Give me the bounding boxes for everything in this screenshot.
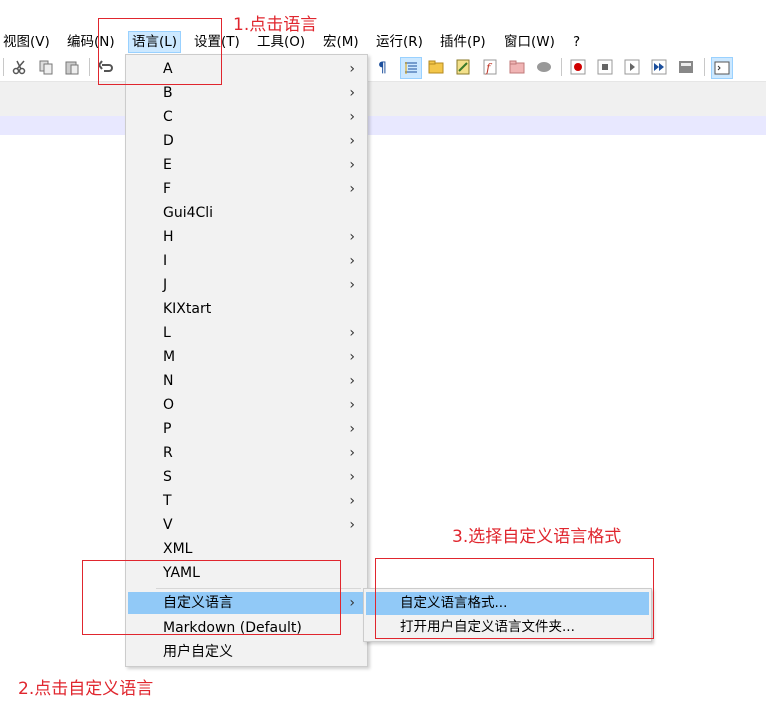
annotation-box-step1 xyxy=(98,18,222,85)
chevron-right-icon: › xyxy=(349,595,355,611)
chevron-right-icon: › xyxy=(349,229,355,245)
lang-item-b[interactable]: B › xyxy=(128,82,365,104)
chevron-right-icon: › xyxy=(349,349,355,365)
lang-item-j[interactable]: J › xyxy=(128,274,365,296)
chevron-right-icon: › xyxy=(349,397,355,413)
menu-item-label: O xyxy=(163,397,175,413)
chevron-right-icon: › xyxy=(349,133,355,149)
annotation-step1: 1.点击语言 xyxy=(233,15,318,35)
current-line-highlight xyxy=(0,116,766,135)
lang-item-o[interactable]: O › xyxy=(128,394,365,416)
save-macro-icon[interactable] xyxy=(676,57,696,77)
lang-item-s[interactable]: S › xyxy=(128,466,365,488)
chevron-right-icon: › xyxy=(349,373,355,389)
menu-item-label: C xyxy=(163,109,173,125)
svg-text:¶: ¶ xyxy=(378,60,387,75)
lang-item-i[interactable]: I › xyxy=(128,250,365,272)
tab-bar xyxy=(0,81,766,117)
toolbar-separator xyxy=(89,58,90,76)
chevron-right-icon: › xyxy=(349,493,355,509)
lang-item-p[interactable]: P › xyxy=(128,418,365,440)
function-list-icon[interactable]: f xyxy=(480,57,500,77)
toolbar-separator xyxy=(3,58,4,76)
lang-item-t[interactable]: T › xyxy=(128,490,365,512)
lang-item-gui4cli[interactable]: Gui4Cli xyxy=(128,202,365,224)
menu-window[interactable]: 窗口(W) xyxy=(501,32,558,52)
menu-item-label: I xyxy=(163,253,168,269)
menu-item-label: J xyxy=(163,277,168,293)
chevron-right-icon: › xyxy=(349,445,355,461)
lang-item-c[interactable]: C › xyxy=(128,106,365,128)
lang-item-e[interactable]: E › xyxy=(128,154,365,176)
chevron-right-icon: › xyxy=(349,253,355,269)
menu-item-label: R xyxy=(163,445,173,461)
lang-item-user-defined[interactable]: 用户自定义 xyxy=(128,641,365,663)
record-macro-icon[interactable] xyxy=(568,57,588,77)
menu-item-label: V xyxy=(163,517,173,533)
menu-item-label: N xyxy=(163,373,174,389)
menu-item-label: T xyxy=(163,493,172,509)
menu-macro[interactable]: 宏(M) xyxy=(320,32,362,52)
menu-item-label: Gui4Cli xyxy=(163,205,214,221)
monitor-icon[interactable] xyxy=(534,57,554,77)
annotation-box-step2 xyxy=(82,560,341,635)
toolbar-separator xyxy=(704,58,705,76)
menu-item-label: S xyxy=(163,469,172,485)
menu-item-label: KIXtart xyxy=(163,301,212,317)
chevron-right-icon: › xyxy=(349,469,355,485)
annotation-step3: 3.选择自定义语言格式 xyxy=(452,527,622,547)
copy-icon[interactable] xyxy=(36,57,56,77)
indent-guide-icon[interactable] xyxy=(400,57,422,79)
folder-workspace-icon[interactable] xyxy=(507,57,527,77)
menu-item-label: B xyxy=(163,85,173,101)
lang-item-h[interactable]: H › xyxy=(128,226,365,248)
chevron-right-icon: › xyxy=(349,85,355,101)
play-macro-icon[interactable] xyxy=(622,57,642,77)
menu-item-label: F xyxy=(163,181,172,197)
menu-item-label: H xyxy=(163,229,174,245)
annotation-step2: 2.点击自定义语言 xyxy=(18,679,154,699)
lang-item-l[interactable]: L › xyxy=(128,322,365,344)
menu-item-label: XML xyxy=(163,541,193,557)
menu-item-label: E xyxy=(163,157,172,173)
lang-item-n[interactable]: N › xyxy=(128,370,365,392)
chevron-right-icon: › xyxy=(349,421,355,437)
lang-item-r[interactable]: R › xyxy=(128,442,365,464)
lang-item-xml[interactable]: XML xyxy=(128,538,365,560)
menu-item-label: 用户自定义 xyxy=(163,644,233,660)
doc-map-icon[interactable] xyxy=(453,57,473,77)
run-multiple-macro-icon[interactable] xyxy=(649,57,669,77)
menu-view[interactable]: 视图(V) xyxy=(0,32,53,52)
menu-item-label: D xyxy=(163,133,174,149)
chevron-right-icon: › xyxy=(349,181,355,197)
menu-item-label: L xyxy=(163,325,171,341)
chevron-right-icon: › xyxy=(349,109,355,125)
lang-item-v[interactable]: V › xyxy=(128,514,365,536)
menu-tools[interactable]: 工具(O) xyxy=(254,32,308,52)
paste-icon[interactable] xyxy=(62,57,82,77)
toolbar-separator xyxy=(561,58,562,76)
chevron-right-icon: › xyxy=(349,517,355,533)
chevron-right-icon: › xyxy=(349,277,355,293)
chevron-right-icon: › xyxy=(349,157,355,173)
lang-item-kixtart[interactable]: KIXtart xyxy=(128,298,365,320)
menu-plugins[interactable]: 插件(P) xyxy=(437,32,489,52)
chevron-right-icon: › xyxy=(349,61,355,77)
menu-help[interactable]: ? xyxy=(570,32,583,52)
stop-macro-icon[interactable] xyxy=(595,57,615,77)
menu-item-label: M xyxy=(163,349,176,365)
folder-icon[interactable] xyxy=(426,57,446,77)
annotation-box-step3 xyxy=(375,558,654,639)
paragraph-icon[interactable]: ¶ xyxy=(373,57,393,77)
lang-item-d[interactable]: D › xyxy=(128,130,365,152)
lang-item-m[interactable]: M › xyxy=(128,346,365,368)
menu-item-label: P xyxy=(163,421,172,437)
chevron-right-icon: › xyxy=(349,325,355,341)
menu-run[interactable]: 运行(R) xyxy=(373,32,426,52)
cut-icon[interactable] xyxy=(10,57,30,77)
lang-item-f[interactable]: F › xyxy=(128,178,365,200)
console-icon[interactable] xyxy=(711,57,733,79)
